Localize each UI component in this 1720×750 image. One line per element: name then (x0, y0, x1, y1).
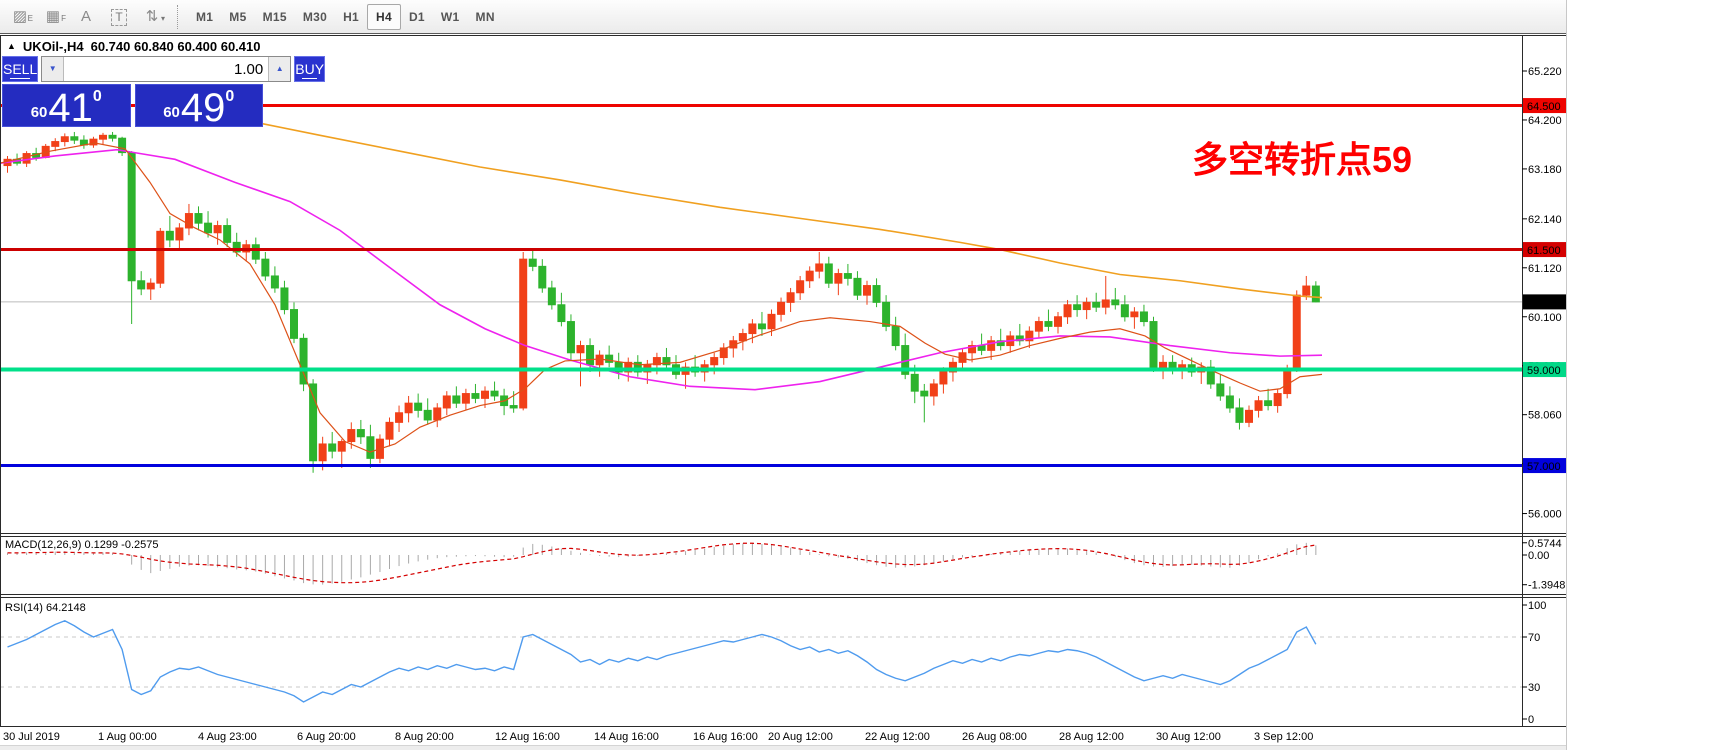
svg-text:100: 100 (1528, 600, 1546, 612)
sell-price-sup: 0 (93, 88, 102, 106)
moving-averages-layer (0, 124, 1322, 452)
svg-text:57.000: 57.000 (1527, 461, 1561, 473)
chart-title-bar: ▲ UKOil-,H4 60.740 60.840 60.400 60.410 (7, 39, 260, 54)
one-click-trading-widget: SELL ▼ ▲ BUY 60 41 0 60 49 0 (2, 56, 263, 127)
buy-price-main: 49 (181, 90, 226, 126)
buy-price-panel[interactable]: 60 49 0 (135, 84, 264, 127)
svg-text:65.220: 65.220 (1528, 66, 1562, 78)
timeframe-d1-button[interactable]: D1 (401, 6, 433, 28)
timeframe-h4-button[interactable]: H4 (367, 4, 401, 30)
timeframe-h1-button[interactable]: H1 (335, 6, 367, 28)
text-label-icon[interactable]: A (73, 6, 99, 28)
svg-text:63.180: 63.180 (1528, 164, 1562, 176)
svg-text:8 Aug 20:00: 8 Aug 20:00 (395, 731, 454, 743)
svg-text:28 Aug 12:00: 28 Aug 12:00 (1059, 731, 1124, 743)
timeframe-m15-button[interactable]: M15 (255, 6, 295, 28)
svg-text:6 Aug 20:00: 6 Aug 20:00 (297, 731, 356, 743)
svg-text:60.100: 60.100 (1528, 312, 1562, 324)
svg-text:26 Aug 08:00: 26 Aug 08:00 (962, 731, 1027, 743)
svg-text:0: 0 (1528, 714, 1534, 726)
svg-text:16 Aug 16:00: 16 Aug 16:00 (693, 731, 758, 743)
time-axis: 30 Jul 2019 1 Aug 00:00 4 Aug 23:00 6 Aug 2… (3, 731, 1313, 743)
svg-text:14 Aug 16:00: 14 Aug 16:00 (594, 731, 659, 743)
svg-text:RSI(14) 64.2148: RSI(14) 64.2148 (5, 602, 86, 614)
symbol-timeframe-label: UKOil-,H4 (23, 39, 84, 54)
right-empty-area (1566, 0, 1720, 750)
svg-text:1 Aug 00:00: 1 Aug 00:00 (98, 731, 157, 743)
svg-text:60.410: 60.410 (1527, 297, 1561, 309)
svg-text:58.060: 58.060 (1528, 410, 1562, 422)
collapse-arrow-icon[interactable]: ▲ (7, 41, 16, 51)
text-box-icon[interactable]: T (106, 6, 132, 28)
svg-text:61.500: 61.500 (1527, 245, 1561, 257)
trading-platform-window: MACD(12,26,9) 0.1299 -0.2575 RSI(14) 64.2… (0, 0, 1720, 750)
cycles-arrows-icon[interactable]: ⇅▾ (139, 6, 165, 28)
ohlc-quote-values: 60.740 60.840 60.400 60.410 (91, 39, 261, 54)
timeframe-m30-button[interactable]: M30 (295, 6, 335, 28)
grid-pattern-icon[interactable]: ▦F (40, 6, 66, 28)
cycles-arrows-glyph: ⇅ (146, 8, 159, 25)
svg-text:20 Aug 12:00: 20 Aug 12:00 (768, 731, 833, 743)
svg-text:62.140: 62.140 (1528, 214, 1562, 226)
chart-text-annotation: 多空转折点59 (1192, 131, 1412, 183)
text-label-glyph: A (81, 8, 91, 25)
svg-text:22 Aug 12:00: 22 Aug 12:00 (865, 731, 930, 743)
sell-price-panel[interactable]: 60 41 0 (2, 84, 131, 127)
svg-text:70: 70 (1528, 632, 1540, 644)
svg-text:3 Sep 12:00: 3 Sep 12:00 (1254, 731, 1313, 743)
trade-buttons-row: SELL ▼ ▲ BUY (2, 56, 263, 82)
sell-button[interactable]: SELL (2, 56, 38, 82)
svg-text:30 Aug 12:00: 30 Aug 12:00 (1156, 731, 1221, 743)
svg-text:61.120: 61.120 (1528, 263, 1562, 275)
svg-text:30 Jul 2019: 30 Jul 2019 (3, 731, 60, 743)
buy-button[interactable]: BUY (294, 56, 325, 82)
buy-price-sup: 0 (225, 88, 234, 106)
svg-text:0.5744: 0.5744 (1528, 538, 1562, 550)
svg-text:30: 30 (1528, 682, 1540, 694)
volume-increase-button[interactable]: ▲ (268, 57, 290, 81)
text-box-glyph: T (111, 9, 126, 26)
bottom-status-strip (0, 745, 1566, 750)
svg-text:64.200: 64.200 (1528, 115, 1562, 127)
timeframe-w1-button[interactable]: W1 (433, 6, 468, 28)
svg-text:64.500: 64.500 (1527, 101, 1561, 113)
indicators-hatch-glyph: ▨ (13, 8, 27, 25)
grid-pattern-glyph: ▦ (46, 8, 60, 25)
toolbar: ▨E ▦F A T ⇅▾ M1 M5 M15 M30 H1 H4 D1 W1 M… (0, 0, 1566, 34)
dropdown-caret-icon[interactable]: ▾ (161, 8, 165, 30)
volume-decrease-button[interactable]: ▼ (42, 57, 64, 81)
sell-price-main: 41 (48, 90, 93, 126)
timeframe-m1-button[interactable]: M1 (188, 6, 221, 28)
toolbar-separator (177, 5, 179, 29)
volume-input[interactable] (64, 57, 268, 81)
svg-text:0.00: 0.00 (1528, 550, 1549, 562)
timeframe-mn-button[interactable]: MN (468, 6, 503, 28)
macd-panel[interactable]: MACD(12,26,9) 0.1299 -0.2575 (5, 539, 1316, 585)
price-axis: 65.220 64.200 63.180 62.140 61.120 60.100 59.0… (1522, 66, 1565, 726)
timeframe-m5-button[interactable]: M5 (221, 6, 254, 28)
sell-price-prefix: 60 (31, 104, 48, 121)
svg-text:59.000: 59.000 (1527, 365, 1561, 377)
buy-price-prefix: 60 (163, 104, 180, 121)
rsi-panel[interactable]: RSI(14) 64.2148 (0, 602, 1522, 702)
svg-text:56.000: 56.000 (1528, 509, 1562, 521)
volume-spinner: ▼ ▲ (41, 56, 291, 82)
trade-prices-row: 60 41 0 60 49 0 (2, 84, 263, 127)
svg-text:12 Aug 16:00: 12 Aug 16:00 (495, 731, 560, 743)
svg-text:4 Aug 23:00: 4 Aug 23:00 (198, 731, 257, 743)
indicators-hatch-icon[interactable]: ▨E (7, 6, 33, 28)
svg-text:MACD(12,26,9) 0.1299 -0.2575: MACD(12,26,9) 0.1299 -0.2575 (5, 539, 158, 551)
svg-text:-1.3948: -1.3948 (1528, 580, 1565, 592)
